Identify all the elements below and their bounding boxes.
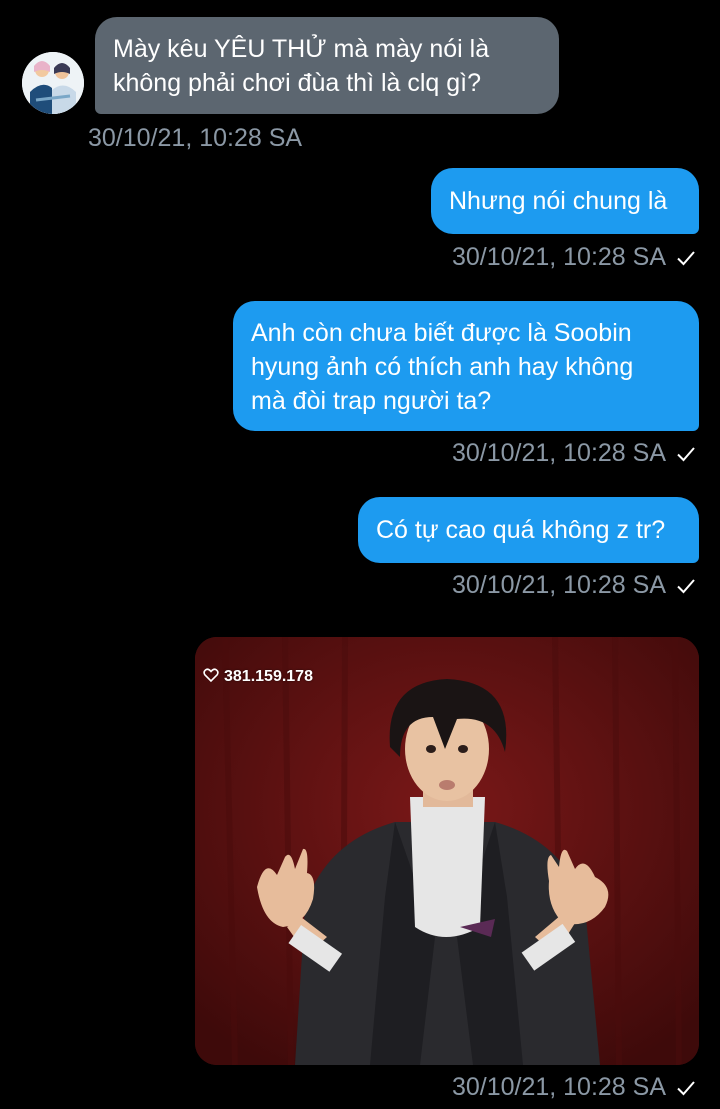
- gif-image: [195, 637, 699, 1065]
- message-timestamp: 30/10/21, 10:28 SA: [452, 1072, 696, 1102]
- message-bubble-outgoing[interactable]: Nhưng nói chung là: [431, 168, 699, 234]
- avatar-image: [22, 52, 84, 114]
- likes-count: 381.159.178: [224, 668, 313, 685]
- message-timestamp: 30/10/21, 10:28 SA: [88, 123, 302, 153]
- message-text-line: Nhưng nói chung là: [449, 187, 668, 215]
- check-icon: [677, 1081, 695, 1096]
- message-bubble-outgoing[interactable]: Có tự cao quá không z tr?: [358, 497, 699, 563]
- message-bubble-outgoing[interactable]: Anh còn chưa biết được là Soobin hyung ả…: [233, 301, 699, 431]
- check-icon: [677, 579, 695, 594]
- message-timestamp: 30/10/21, 10:28 SA: [452, 438, 696, 468]
- message-text-line: mà đòi trap người ta?: [251, 387, 492, 415]
- timestamp-text: 30/10/21, 10:28 SA: [88, 124, 303, 152]
- message-text-line: Mày kêu YÊU THỬ mà mày nói là: [113, 35, 490, 63]
- message-image[interactable]: 381.159.178: [195, 637, 699, 1065]
- message-timestamp: 30/10/21, 10:28 SA: [452, 570, 696, 600]
- check-icon: [677, 251, 695, 266]
- likes-overlay: 381.159.178: [203, 667, 313, 686]
- message-text-line: Có tự cao quá không z tr?: [376, 516, 666, 544]
- timestamp-text: 30/10/21, 10:28 SA: [451, 571, 666, 599]
- check-icon: [677, 447, 695, 462]
- message-text-line: Anh còn chưa biết được là Soobin: [251, 319, 632, 347]
- message-timestamp: 30/10/21, 10:28 SA: [452, 242, 696, 272]
- timestamp-text: 30/10/21, 10:28 SA: [451, 243, 666, 271]
- timestamp-text: 30/10/21, 10:28 SA: [451, 439, 666, 467]
- message-text-line: hyung ảnh có thích anh hay không: [251, 353, 634, 381]
- timestamp-text: 30/10/21, 10:28 SA: [451, 1073, 666, 1101]
- message-text-line: không phải chơi đùa thì là clq gì?: [113, 69, 482, 97]
- heart-icon: [203, 668, 219, 683]
- avatar[interactable]: [22, 52, 84, 114]
- message-bubble-incoming[interactable]: Mày kêu YÊU THỬ mà mày nói là không phải…: [95, 17, 559, 114]
